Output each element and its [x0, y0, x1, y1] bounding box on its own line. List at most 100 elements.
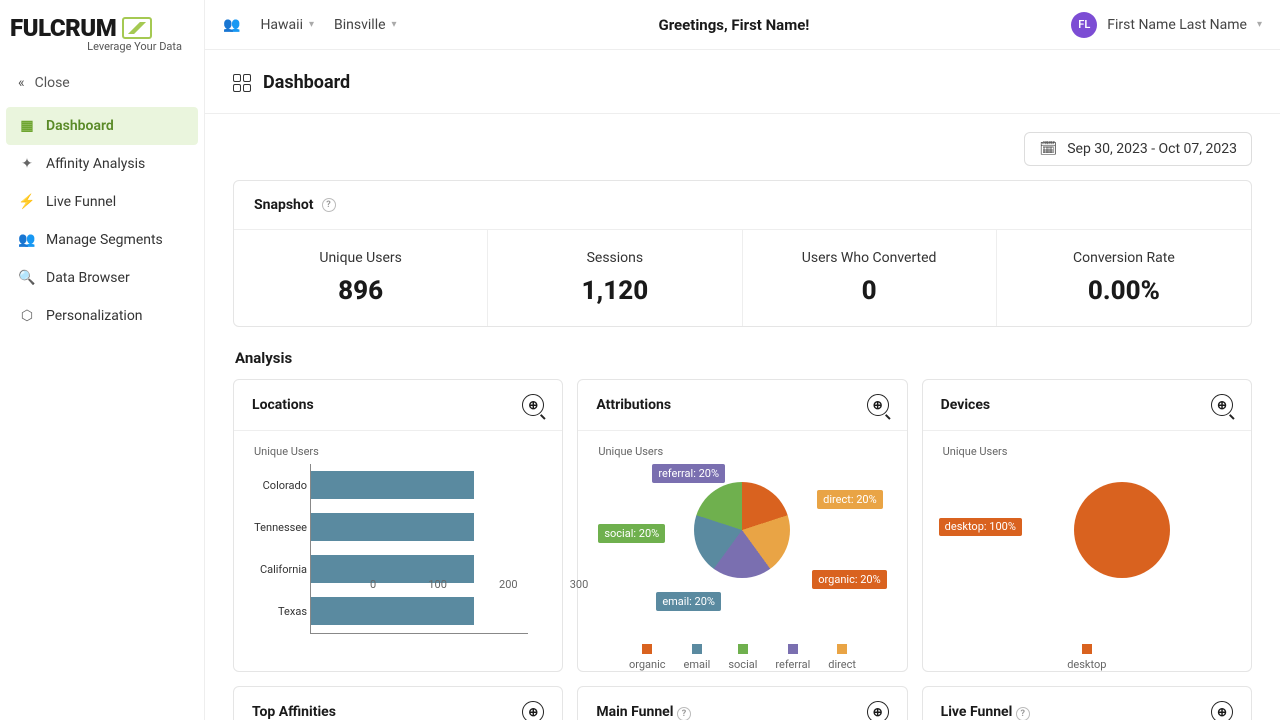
- tick: 100: [428, 578, 447, 591]
- sidebar-item-segments[interactable]: 👥 Manage Segments: [6, 221, 198, 259]
- avatar: FL: [1071, 12, 1097, 38]
- greeting: Greetings, First Name!: [417, 16, 1052, 34]
- page-title: Dashboard: [263, 72, 350, 93]
- chevron-down-icon: ▾: [1257, 19, 1262, 30]
- bar-label: Texas: [249, 605, 307, 618]
- locations-card: Locations ⊕ Unique Users Colorado Tennes…: [233, 379, 563, 672]
- legend-item: referral: [775, 658, 810, 671]
- metric-label: Users Who Converted: [763, 250, 976, 266]
- legend-item: social: [728, 658, 757, 671]
- nav-label: Live Funnel: [46, 194, 116, 210]
- metric-conversion-rate: Conversion Rate 0.00%: [997, 230, 1251, 326]
- sidebar-item-dashboard[interactable]: ▦ Dashboard: [6, 107, 198, 145]
- calendar-icon: 🗓: [1039, 141, 1057, 157]
- zoom-icon[interactable]: ⊕: [1211, 701, 1233, 720]
- nav-label: Manage Segments: [46, 232, 163, 248]
- info-icon[interactable]: ?: [1016, 707, 1030, 720]
- card-title: Main Funnel: [596, 704, 673, 720]
- zoom-icon[interactable]: ⊕: [522, 701, 544, 720]
- date-range-value: Sep 30, 2023 - Oct 07, 2023: [1067, 141, 1237, 157]
- zoom-icon[interactable]: ⊕: [867, 701, 889, 720]
- pie-slices: [694, 482, 790, 578]
- cube-icon: ⬡: [18, 307, 36, 325]
- site-selector[interactable]: Binsville ▾: [334, 17, 397, 33]
- username: First Name Last Name: [1107, 17, 1247, 33]
- sidebar-item-data-browser[interactable]: 🔍 Data Browser: [6, 259, 198, 297]
- main-funnel-card: Main Funnel ? ⊕: [577, 686, 907, 720]
- attributions-card: Attributions ⊕ Unique Users referral: 20…: [577, 379, 907, 672]
- card-title: Devices: [941, 397, 990, 413]
- bolt-icon: ⚡: [18, 193, 36, 211]
- metric-sessions: Sessions 1,120: [488, 230, 742, 326]
- dashboard-icon: [233, 74, 251, 92]
- sidebar: FULCRUM Leverage Your Data « Close ▦ Das…: [0, 0, 205, 720]
- metric-value: 896: [254, 276, 467, 306]
- chevron-down-icon: ▾: [309, 19, 314, 30]
- region-selector[interactable]: Hawaii ▾: [260, 17, 314, 33]
- chevron-down-icon: ▾: [392, 19, 397, 30]
- bar-label: Colorado: [249, 479, 307, 492]
- region-value: Hawaii: [260, 17, 303, 33]
- grid-icon: ▦: [18, 117, 36, 135]
- content: 🗓 Sep 30, 2023 - Oct 07, 2023 Snapshot ?…: [205, 114, 1280, 720]
- devices-card: Devices ⊕ Unique Users desktop: 100% des…: [922, 379, 1252, 672]
- live-funnel-card: Live Funnel ? ⊕: [922, 686, 1252, 720]
- axis-label: Unique Users: [943, 445, 1235, 458]
- metric-unique-users: Unique Users 896: [234, 230, 488, 326]
- brand-chart-icon: [122, 17, 152, 39]
- sidebar-close[interactable]: « Close: [0, 59, 204, 107]
- card-title: Top Affinities: [252, 704, 336, 720]
- sparkle-icon: ✦: [18, 155, 36, 173]
- site-value: Binsville: [334, 17, 386, 33]
- x-axis-ticks: 0 100 200 300: [370, 578, 588, 591]
- axis-label: Unique Users: [598, 445, 890, 458]
- attributions-pie-chart: referral: 20% direct: 20% social: 20% or…: [594, 464, 890, 634]
- legend-item: direct: [828, 658, 856, 671]
- zoom-icon[interactable]: ⊕: [1211, 394, 1233, 416]
- top-affinities-card: Top Affinities ⊕: [233, 686, 563, 720]
- tick: 0: [370, 578, 376, 591]
- nav-list: ▦ Dashboard ✦ Affinity Analysis ⚡ Live F…: [0, 107, 204, 335]
- zoom-icon[interactable]: ⊕: [867, 394, 889, 416]
- bar-label: California: [249, 563, 307, 576]
- slice-label: organic: 20%: [812, 570, 886, 589]
- nav-label: Personalization: [46, 308, 143, 324]
- info-icon[interactable]: ?: [322, 198, 336, 212]
- users-icon: 👥: [18, 231, 36, 249]
- search-icon: 🔍: [18, 269, 36, 287]
- users-icon: 👥: [223, 17, 240, 33]
- sidebar-item-affinity[interactable]: ✦ Affinity Analysis: [6, 145, 198, 183]
- date-range-picker[interactable]: 🗓 Sep 30, 2023 - Oct 07, 2023: [1024, 132, 1252, 166]
- devices-pie-chart: desktop: 100%: [939, 464, 1235, 634]
- main: 👥 Hawaii ▾ Binsville ▾ Greetings, First …: [205, 0, 1280, 720]
- nav-label: Affinity Analysis: [46, 156, 145, 172]
- sidebar-item-personalization[interactable]: ⬡ Personalization: [6, 297, 198, 335]
- zoom-icon[interactable]: ⊕: [522, 394, 544, 416]
- slice-label: social: 20%: [598, 524, 665, 543]
- brand-block: FULCRUM Leverage Your Data: [0, 0, 204, 59]
- metric-value: 0: [763, 276, 976, 306]
- bar-label: Tennessee: [249, 521, 307, 534]
- card-title: Live Funnel: [941, 704, 1013, 720]
- slice-label: direct: 20%: [817, 490, 883, 509]
- metric-label: Sessions: [508, 250, 721, 266]
- legend-item: desktop: [1067, 658, 1106, 671]
- user-menu[interactable]: FL First Name Last Name ▾: [1071, 12, 1262, 38]
- slice-label: referral: 20%: [652, 464, 725, 483]
- card-title: Attributions: [596, 397, 671, 413]
- brand-logo: FULCRUM: [10, 14, 194, 42]
- pie-slices: [1074, 482, 1170, 578]
- sidebar-item-live-funnel[interactable]: ⚡ Live Funnel: [6, 183, 198, 221]
- metric-converted: Users Who Converted 0: [743, 230, 997, 326]
- brand-name: FULCRUM: [10, 14, 116, 42]
- nav-label: Data Browser: [46, 270, 130, 286]
- snapshot-title: Snapshot: [254, 197, 314, 213]
- page-header: Dashboard: [205, 50, 1280, 114]
- analysis-heading: Analysis: [235, 349, 1252, 367]
- info-icon[interactable]: ?: [677, 707, 691, 720]
- nav-label: Dashboard: [46, 118, 114, 134]
- legend-item: email: [684, 658, 711, 671]
- slice-label: email: 20%: [656, 592, 721, 611]
- axis-label: Unique Users: [254, 445, 546, 458]
- close-label: Close: [35, 75, 70, 91]
